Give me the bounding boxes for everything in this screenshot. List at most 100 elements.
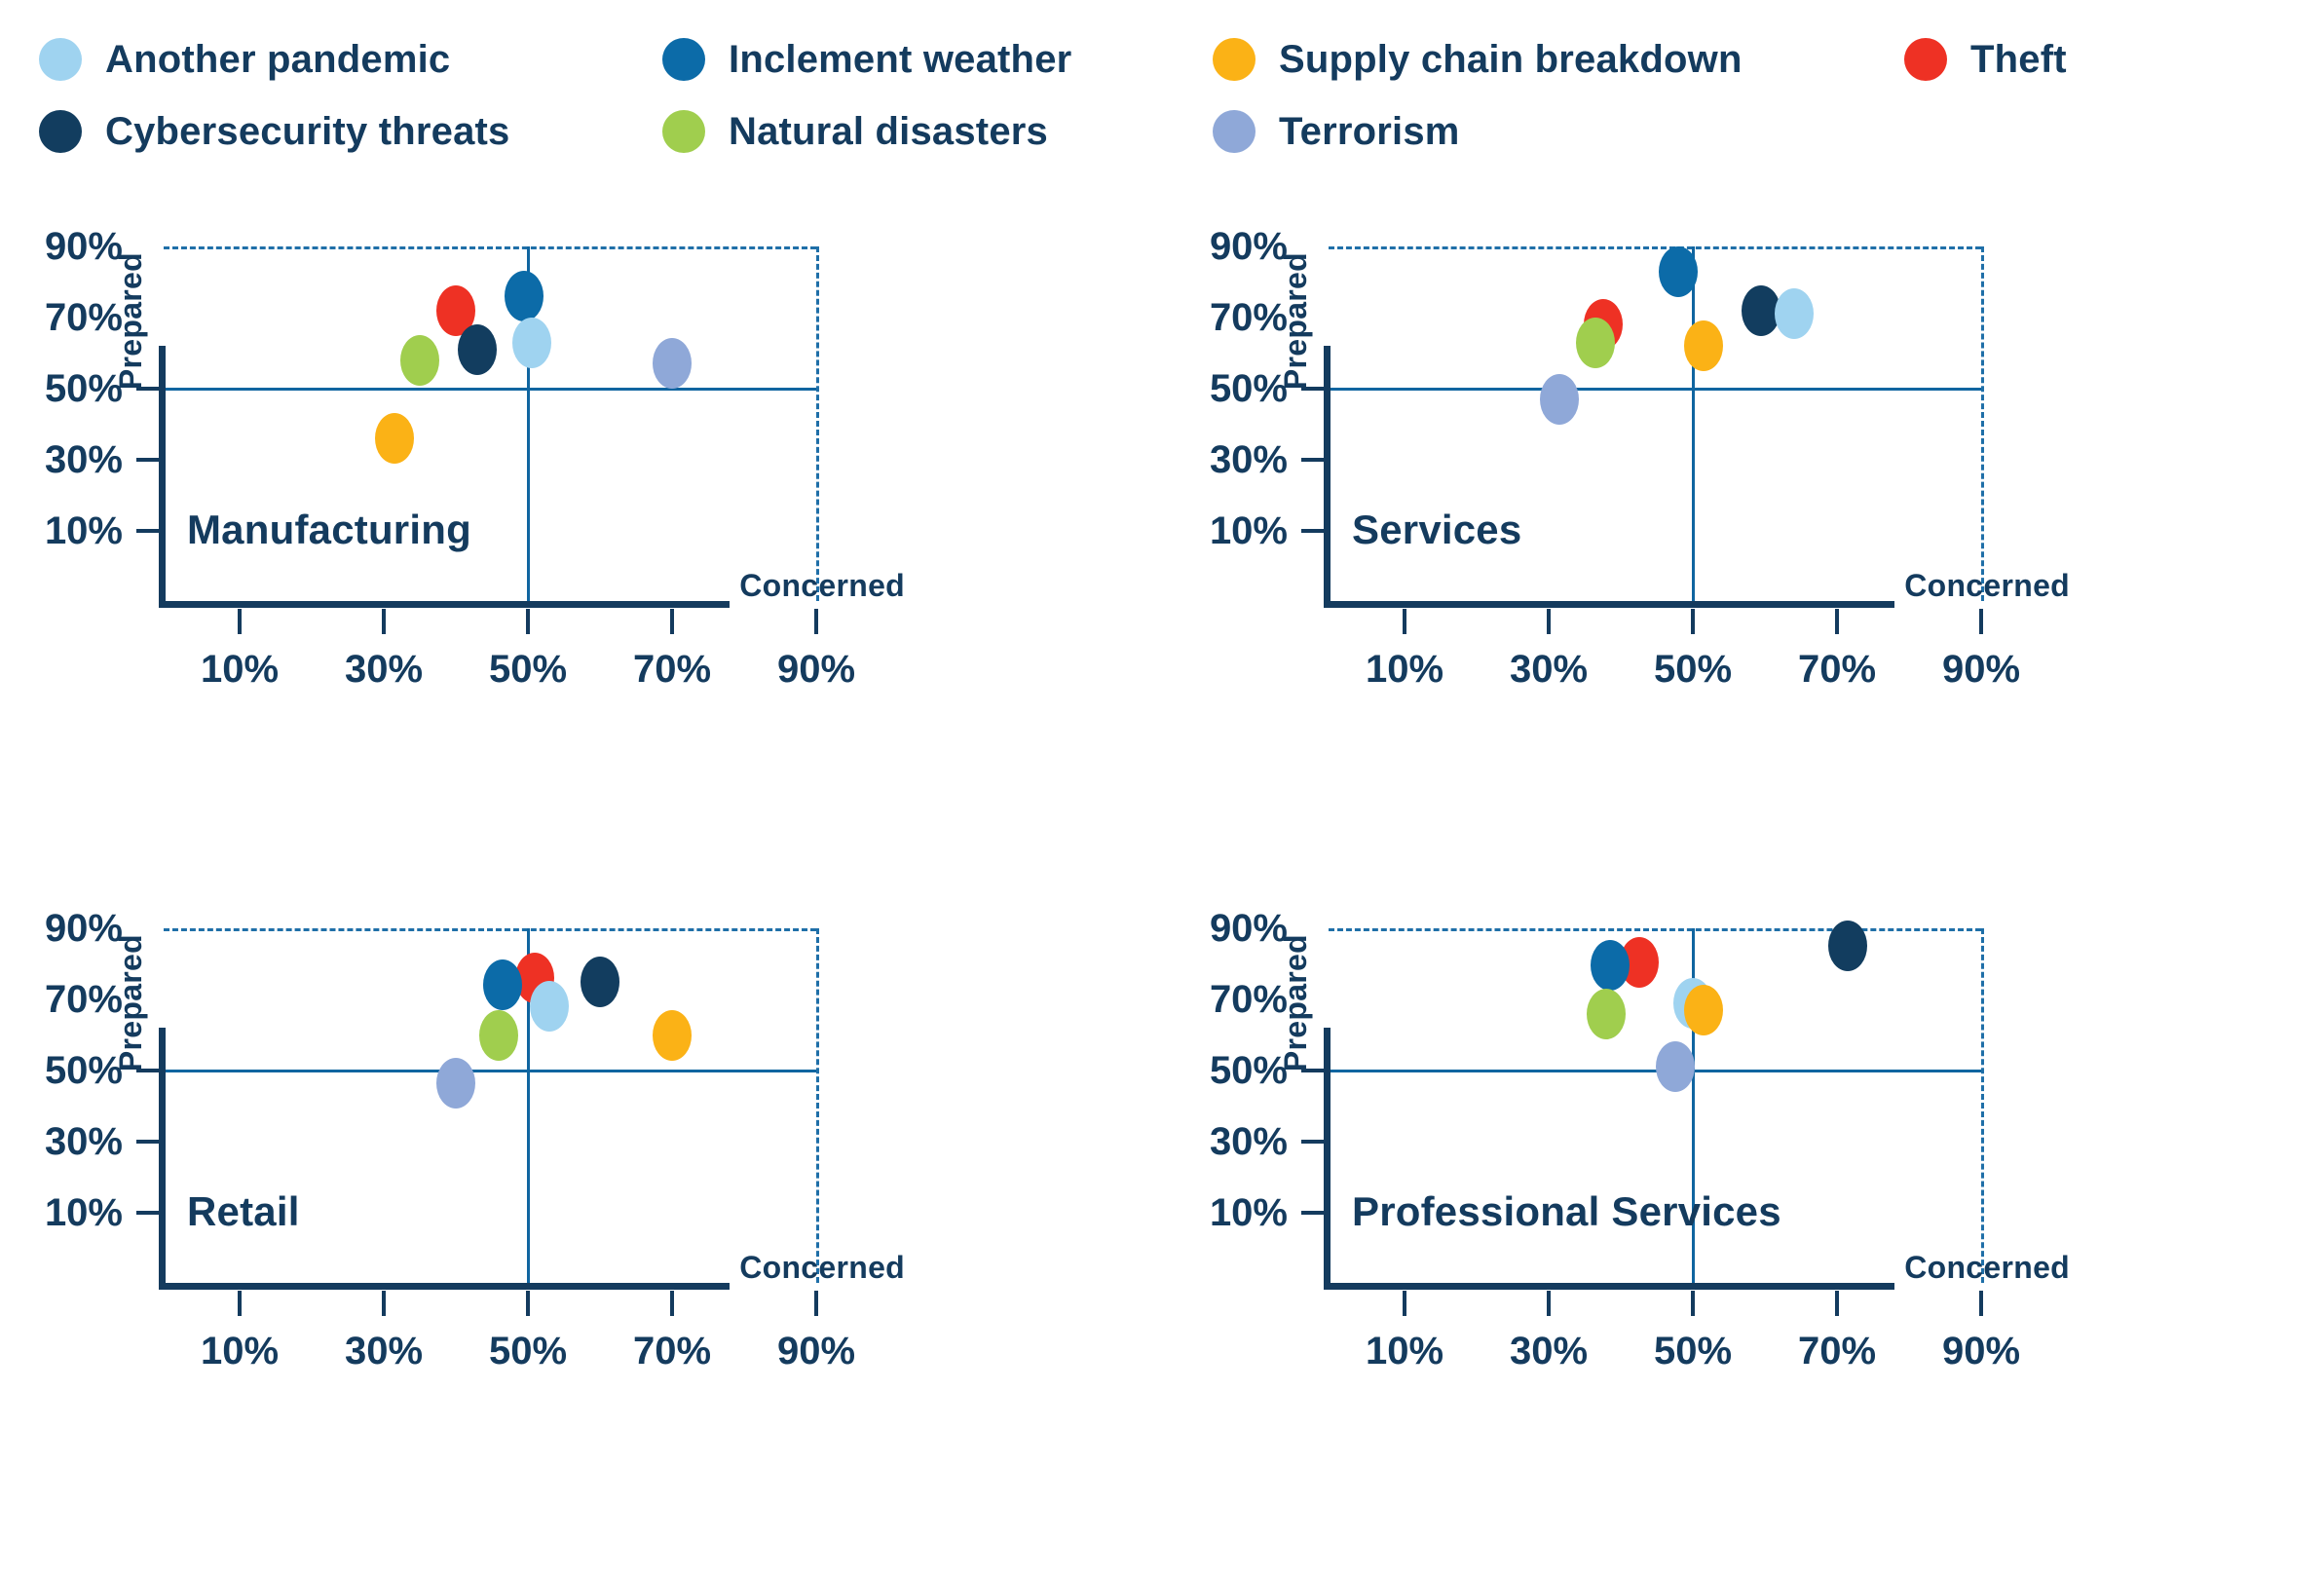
y-tick-label: 90% xyxy=(1209,907,1288,950)
x-axis-tick-mark xyxy=(814,609,818,634)
x-axis-tick-mark xyxy=(1691,609,1695,634)
legend-item-label: Natural disasters xyxy=(729,110,1048,153)
y-axis-line xyxy=(1324,1028,1331,1290)
x-axis-title: Concerned xyxy=(1904,568,2071,603)
y-axis-title: Prepared xyxy=(113,252,148,391)
data-point[interactable] xyxy=(511,317,551,368)
x-tick-label: 10% xyxy=(1365,648,1444,691)
data-point[interactable] xyxy=(1590,940,1630,992)
y-tick-label: 50% xyxy=(1209,367,1288,410)
legend-item[interactable]: Another pandemic xyxy=(39,29,450,90)
reference-line-prepared-50 xyxy=(1329,388,1981,391)
y-tick-label: 30% xyxy=(44,438,123,481)
y-tick-label: 70% xyxy=(44,296,123,339)
y-tick-label: 70% xyxy=(1209,296,1288,339)
data-point[interactable] xyxy=(1774,288,1814,340)
scatter-chart: 90% 70% 50% 30% 10% Prepared 10% 30% 50% 70% 90% Co… xyxy=(0,901,1159,1573)
y-tick-label: 30% xyxy=(1209,438,1288,481)
y-tick-label: 10% xyxy=(44,1191,123,1234)
upper-boundary-dashed-line xyxy=(1329,928,1981,931)
x-tick-label: 10% xyxy=(200,648,280,691)
data-point[interactable] xyxy=(505,271,544,322)
legend-swatch-icon xyxy=(1213,38,1256,81)
data-point[interactable] xyxy=(530,981,570,1033)
x-tick-label: 70% xyxy=(1797,648,1877,691)
x-tick-label: 10% xyxy=(200,1330,280,1372)
y-tick-label: 90% xyxy=(1209,225,1288,268)
x-axis-tick-mark xyxy=(814,1291,818,1316)
data-point[interactable] xyxy=(1684,320,1724,372)
legend-row-1: Another pandemic Inclement weather Supply … xyxy=(0,29,2324,90)
x-axis-line xyxy=(1324,601,1895,608)
x-axis-tick-mark xyxy=(1691,1291,1695,1316)
x-tick-label: 50% xyxy=(1653,648,1733,691)
y-axis-tick-mark xyxy=(1301,458,1327,462)
panel-title: Retail xyxy=(187,1188,300,1234)
legend-item-label: Terrorism xyxy=(1279,110,1460,153)
panel-title: Manufacturing xyxy=(187,507,471,552)
legend-swatch-icon xyxy=(1904,38,1947,81)
legend-swatch-icon xyxy=(1213,110,1256,153)
x-axis-tick-mark xyxy=(526,1291,530,1316)
data-point[interactable] xyxy=(1540,373,1580,425)
upper-boundary-dashed-line xyxy=(1329,246,1981,249)
scatter-chart: 90% 70% 50% 30% 10% Prepared 10% 30% 50% 70% 90% Co… xyxy=(1165,901,2324,1573)
legend-item-label: Inclement weather xyxy=(729,38,1072,81)
legend-item[interactable]: Terrorism xyxy=(1213,101,1460,162)
legend-swatch-icon xyxy=(39,110,82,153)
data-point[interactable] xyxy=(653,1009,692,1061)
x-axis-tick-mark xyxy=(1835,609,1839,634)
y-tick-label: 50% xyxy=(1209,1049,1288,1092)
data-point[interactable] xyxy=(1587,988,1627,1039)
data-point[interactable] xyxy=(581,956,619,1007)
y-axis-line xyxy=(1324,346,1331,608)
y-tick-label: 70% xyxy=(44,978,123,1021)
x-tick-label: 50% xyxy=(1653,1330,1733,1372)
x-axis-tick-mark xyxy=(1547,609,1551,634)
data-point[interactable] xyxy=(1828,921,1868,972)
x-tick-label: 70% xyxy=(632,648,712,691)
y-axis-line xyxy=(159,346,166,608)
y-tick-label: 30% xyxy=(1209,1120,1288,1163)
data-point[interactable] xyxy=(483,959,523,1011)
y-axis-title: Prepared xyxy=(113,934,148,1072)
data-point[interactable] xyxy=(436,1057,475,1109)
legend-item[interactable]: Cybersecurity threats xyxy=(39,101,510,162)
x-axis-tick-mark xyxy=(1547,1291,1551,1316)
data-point[interactable] xyxy=(1659,245,1699,297)
data-point[interactable] xyxy=(1684,984,1724,1035)
y-axis-line xyxy=(159,1028,166,1290)
x-tick-label: 30% xyxy=(1509,1330,1589,1372)
right-boundary-dashed-line xyxy=(816,928,819,1283)
upper-boundary-dashed-line xyxy=(164,928,816,931)
legend-item[interactable]: Theft xyxy=(1904,29,2067,90)
legend-item[interactable]: Natural disasters xyxy=(662,101,1048,162)
y-axis-title: Prepared xyxy=(1278,934,1313,1072)
x-axis-tick-mark xyxy=(238,609,242,634)
chart-panel-professional-services: 90% 70% 50% 30% 10% Prepared 10% 30% 50% 70% 90% Co… xyxy=(1165,901,2324,1573)
legend-item[interactable]: Inclement weather xyxy=(662,29,1071,90)
y-tick-label: 10% xyxy=(1209,1191,1288,1234)
chart-panel-retail: 90% 70% 50% 30% 10% Prepared 10% 30% 50% 70% 90% Co… xyxy=(0,901,1159,1573)
x-axis-tick-mark xyxy=(1403,609,1406,634)
data-point[interactable] xyxy=(653,338,692,390)
right-boundary-dashed-line xyxy=(1981,928,1984,1283)
x-axis-tick-mark xyxy=(1403,1291,1406,1316)
legend-item[interactable]: Supply chain breakdown xyxy=(1213,29,1743,90)
y-tick-label: 10% xyxy=(1209,509,1288,552)
y-axis-tick-mark xyxy=(136,529,162,533)
y-tick-label: 70% xyxy=(1209,978,1288,1021)
data-point[interactable] xyxy=(400,334,439,386)
y-tick-label: 50% xyxy=(44,1049,123,1092)
right-boundary-dashed-line xyxy=(816,246,819,601)
data-point[interactable] xyxy=(458,323,498,375)
x-tick-label: 90% xyxy=(1941,648,2021,691)
data-point[interactable] xyxy=(1576,317,1616,368)
data-point[interactable] xyxy=(479,1009,519,1061)
reference-line-prepared-50 xyxy=(164,1070,816,1072)
data-point[interactable] xyxy=(375,413,415,465)
panel-title: Services xyxy=(1352,507,1522,552)
x-axis-tick-mark xyxy=(1979,1291,1983,1316)
x-tick-label: 70% xyxy=(1797,1330,1877,1372)
data-point[interactable] xyxy=(1655,1041,1695,1093)
